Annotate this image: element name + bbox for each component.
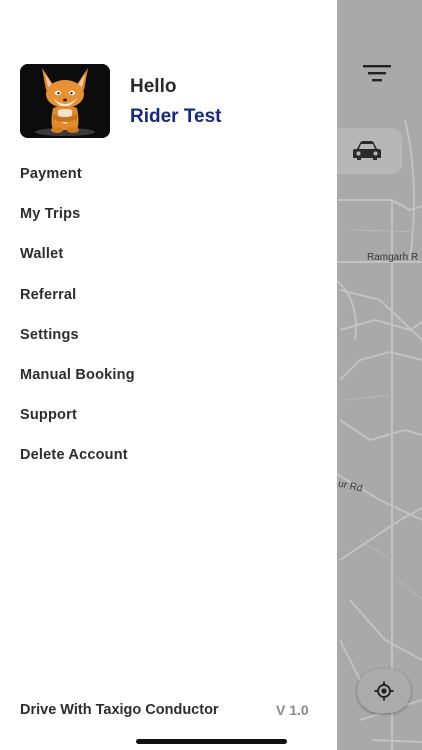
menu-item-manual-booking[interactable]: Manual Booking [20, 361, 135, 401]
drawer-menu: Payment My Trips Wallet Referral Setting… [20, 160, 135, 482]
menu-item-settings[interactable]: Settings [20, 321, 135, 361]
menu-item-wallet[interactable]: Wallet [20, 240, 135, 280]
menu-item-delete-account[interactable]: Delete Account [20, 441, 135, 481]
filter-button[interactable] [360, 62, 394, 86]
greeting-text: Hello [130, 76, 177, 97]
vehicle-type-chip[interactable] [336, 128, 402, 174]
menu-item-referral[interactable]: Referral [20, 281, 135, 321]
screen: Ramgarh R ur Rd Hello Rider Test Payment… [0, 0, 422, 750]
menu-item-my-trips[interactable]: My Trips [20, 200, 135, 240]
drive-with-link[interactable]: Drive With Taxigo Conductor [20, 702, 219, 718]
user-name[interactable]: Rider Test [130, 106, 222, 128]
locate-me-button[interactable] [357, 669, 411, 713]
map-road-label: Ramgarh R [367, 252, 419, 263]
avatar[interactable] [20, 64, 110, 138]
home-indicator[interactable] [136, 739, 287, 744]
filter-icon [363, 65, 391, 82]
navigation-drawer: Hello Rider Test Payment My Trips Wallet… [0, 0, 337, 750]
locate-icon [374, 681, 394, 701]
menu-item-payment[interactable]: Payment [20, 160, 135, 200]
menu-item-support[interactable]: Support [20, 401, 135, 441]
app-version: V 1.0 [276, 702, 309, 718]
car-icon [353, 141, 381, 160]
fox-avatar-image [20, 64, 110, 138]
